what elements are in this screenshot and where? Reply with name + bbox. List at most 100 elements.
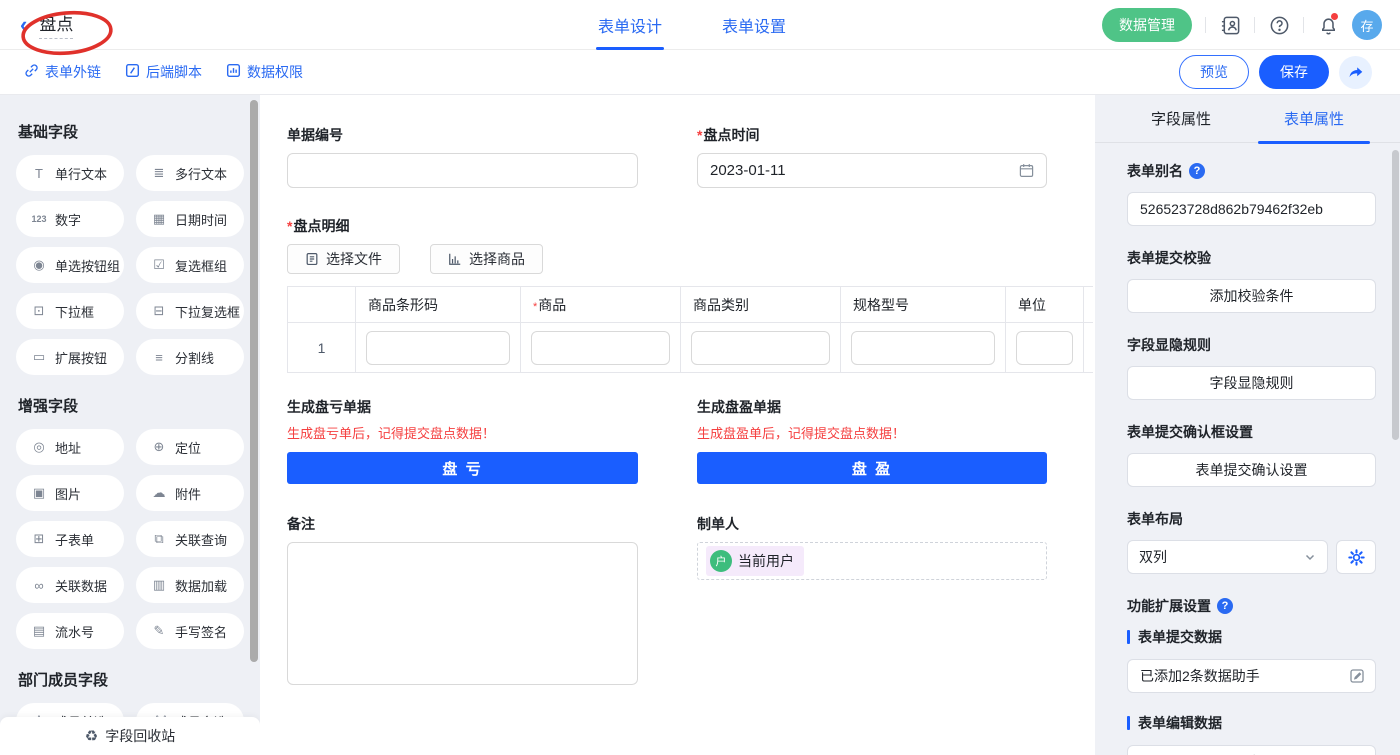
field-image[interactable]: ▣图片 bbox=[16, 475, 124, 511]
properties-tabs: 字段属性 表单属性 bbox=[1095, 95, 1400, 143]
field-divider-line[interactable]: ≡分割线 bbox=[136, 339, 244, 375]
check-time-date-input[interactable]: 2023-01-11 bbox=[697, 153, 1047, 188]
field-serial-number[interactable]: ▤流水号 bbox=[16, 613, 124, 649]
tab-form-design[interactable]: 表单设计 bbox=[598, 0, 662, 50]
ext-settings-label: 功能扩展设置 ? bbox=[1127, 596, 1376, 616]
field-multi-line-text[interactable]: ≣多行文本 bbox=[136, 155, 244, 191]
help-icon[interactable]: ? bbox=[1217, 598, 1233, 614]
data-assistant-box[interactable]: 已添加2条数据助手 bbox=[1127, 659, 1376, 693]
field-select[interactable]: ⊡下拉框 bbox=[16, 293, 124, 329]
visibility-rules-button[interactable]: 字段显隐规则 bbox=[1127, 366, 1376, 400]
blue-bar bbox=[1127, 716, 1130, 730]
field-recycle-bin[interactable]: ♻ 字段回收站 bbox=[0, 717, 260, 755]
edit-icon[interactable] bbox=[1349, 668, 1365, 684]
field-subform[interactable]: ⊞子表单 bbox=[16, 521, 124, 557]
category-cell-input[interactable] bbox=[691, 331, 830, 365]
barcode-cell-input[interactable] bbox=[366, 331, 510, 365]
add-operation-button[interactable]: 添加操作 bbox=[1127, 745, 1376, 755]
layout-select[interactable]: 双列 bbox=[1127, 540, 1328, 574]
check-detail-label: *盘点明细 bbox=[287, 216, 1095, 236]
col-category: 商品类别 bbox=[681, 287, 841, 323]
tab-field-properties[interactable]: 字段属性 bbox=[1125, 95, 1237, 143]
back-icon[interactable]: ‹ bbox=[20, 14, 27, 36]
link-icon bbox=[24, 63, 39, 81]
field-generate-gain[interactable]: 生成盘盈单据 生成盘盈单后，记得提交盘点数据！ 盘 盈 bbox=[697, 397, 1047, 484]
field-data-load[interactable]: ▥数据加载 bbox=[136, 567, 244, 603]
notification-bell-icon[interactable] bbox=[1317, 14, 1339, 36]
doc-number-label: 单据编号 bbox=[287, 125, 638, 145]
address-book-icon[interactable] bbox=[1219, 14, 1241, 36]
layout-gear-button[interactable] bbox=[1336, 540, 1376, 574]
preview-button[interactable]: 预览 bbox=[1179, 55, 1249, 89]
file-icon bbox=[305, 252, 319, 266]
select-product-label: 选择商品 bbox=[469, 249, 525, 269]
required-mark: * bbox=[697, 127, 702, 143]
address-pin-icon: ◎ bbox=[29, 439, 49, 455]
form-alias-input[interactable]: 526523728d862b79462f32eb bbox=[1127, 192, 1376, 226]
row-index-cell: 1 bbox=[288, 323, 356, 373]
field-check-detail[interactable]: *盘点明细 选择文件 选择商品 商品条形码 bbox=[287, 216, 1095, 373]
form-external-link[interactable]: 表单外链 bbox=[24, 62, 101, 82]
panel-scrollbar[interactable] bbox=[1392, 150, 1399, 440]
field-linked-data[interactable]: ∞关联数据 bbox=[16, 567, 124, 603]
field-single-line-text[interactable]: T单行文本 bbox=[16, 155, 124, 191]
field-checkbox-group[interactable]: ☑复选框组 bbox=[136, 247, 244, 283]
loss-button[interactable]: 盘 亏 bbox=[287, 452, 638, 484]
share-button[interactable] bbox=[1339, 56, 1372, 89]
data-load-icon: ▥ bbox=[149, 577, 169, 593]
field-radio-group[interactable]: ◉单选按钮组 bbox=[16, 247, 124, 283]
doc-number-input[interactable] bbox=[287, 153, 638, 188]
field-extend-button[interactable]: ▭扩展按钮 bbox=[16, 339, 124, 375]
sidebar-scrollbar[interactable] bbox=[250, 100, 258, 662]
field-multi-select[interactable]: ⊟下拉复选框 bbox=[136, 293, 244, 329]
form-toolbar: 表单外链 后端脚本 数据权限 预览 保存 bbox=[0, 50, 1400, 95]
gear-icon bbox=[1348, 549, 1365, 566]
data-manage-button[interactable]: 数据管理 bbox=[1102, 8, 1192, 42]
gain-hint: 生成盘盈单后，记得提交盘点数据！ bbox=[697, 423, 1047, 442]
spec-cell-input[interactable] bbox=[851, 331, 995, 365]
save-button[interactable]: 保存 bbox=[1259, 55, 1329, 89]
gain-button[interactable]: 盘 盈 bbox=[697, 452, 1047, 484]
recycle-icon: ♻ bbox=[85, 727, 98, 745]
current-user-tag[interactable]: 户 当前用户 bbox=[706, 546, 804, 576]
select-file-label: 选择文件 bbox=[326, 249, 382, 269]
header-tabs: 表单设计 表单设置 bbox=[598, 0, 786, 50]
form-layout-label: 表单布局 bbox=[1127, 509, 1376, 529]
tab-form-properties[interactable]: 表单属性 bbox=[1258, 95, 1370, 143]
remark-textarea[interactable] bbox=[287, 542, 638, 685]
creator-box[interactable]: 户 当前用户 bbox=[697, 542, 1047, 580]
data-permission[interactable]: 数据权限 bbox=[226, 62, 303, 82]
check-time-label: *盘点时间 bbox=[697, 125, 1047, 145]
subform-table-container: 商品条形码 *商品 商品类别 规格型号 单位 1 bbox=[287, 286, 1093, 373]
form-title[interactable]: 盘点 bbox=[39, 10, 73, 39]
select-product-button[interactable]: 选择商品 bbox=[430, 244, 543, 274]
tab-form-settings[interactable]: 表单设置 bbox=[722, 0, 786, 50]
product-cell-input[interactable] bbox=[531, 331, 670, 365]
help-circle-icon[interactable] bbox=[1268, 14, 1290, 36]
chevron-down-icon bbox=[1304, 551, 1316, 563]
select-file-button[interactable]: 选择文件 bbox=[287, 244, 400, 274]
field-creator[interactable]: 制单人 户 当前用户 bbox=[697, 514, 1047, 685]
field-check-time[interactable]: *盘点时间 2023-01-11 bbox=[697, 125, 1047, 188]
backend-script[interactable]: 后端脚本 bbox=[125, 62, 202, 82]
help-icon[interactable]: ? bbox=[1189, 163, 1205, 179]
field-attachment[interactable]: ☁附件 bbox=[136, 475, 244, 511]
submit-confirm-button[interactable]: 表单提交确认设置 bbox=[1127, 453, 1376, 487]
field-linked-query[interactable]: ⧉关联查询 bbox=[136, 521, 244, 557]
field-doc-number[interactable]: 单据编号 bbox=[287, 125, 638, 188]
field-number[interactable]: 123数字 bbox=[16, 201, 124, 237]
add-validation-button[interactable]: 添加校验条件 bbox=[1127, 279, 1376, 313]
field-datetime[interactable]: ▦日期时间 bbox=[136, 201, 244, 237]
user-avatar[interactable]: 存 bbox=[1352, 10, 1382, 40]
field-signature[interactable]: ✎手写签名 bbox=[136, 613, 244, 649]
number-icon: 123 bbox=[29, 214, 49, 224]
field-address[interactable]: ◎地址 bbox=[16, 429, 124, 465]
properties-panel: 字段属性 表单属性 表单别名 ? 526523728d862b79462f32e… bbox=[1095, 95, 1400, 755]
unit-cell-input[interactable] bbox=[1016, 331, 1073, 365]
field-remark[interactable]: 备注 bbox=[287, 514, 638, 685]
notification-badge bbox=[1331, 13, 1338, 20]
field-generate-loss[interactable]: 生成盘亏单据 生成盘亏单后，记得提交盘点数据！ 盘 亏 bbox=[287, 397, 638, 484]
subform-data-row: 1 bbox=[288, 323, 1094, 373]
calendar-icon: ▦ bbox=[149, 211, 169, 227]
field-location[interactable]: ⊕定位 bbox=[136, 429, 244, 465]
